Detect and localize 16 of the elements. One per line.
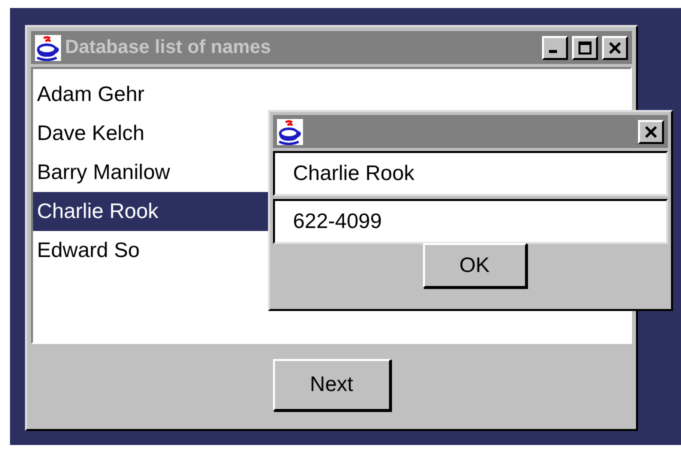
close-button[interactable] [602, 36, 628, 60]
minimize-button[interactable] [542, 36, 568, 60]
next-button[interactable]: Next [272, 358, 390, 410]
close-icon [644, 124, 658, 138]
minimize-icon [549, 50, 557, 53]
text-field[interactable]: 622-4099 [273, 199, 668, 244]
maximize-icon [578, 40, 592, 54]
cup-icon [277, 118, 303, 144]
close-icon [608, 40, 622, 54]
list-item[interactable]: Adam Gehr [33, 75, 630, 114]
window-title: Database list of names [65, 36, 272, 58]
text-field[interactable]: Charlie Rook [273, 151, 668, 196]
maximize-button[interactable] [572, 36, 598, 60]
close-button[interactable] [638, 120, 664, 144]
ok-button[interactable]: OK [422, 243, 526, 288]
cup-icon [35, 34, 61, 60]
